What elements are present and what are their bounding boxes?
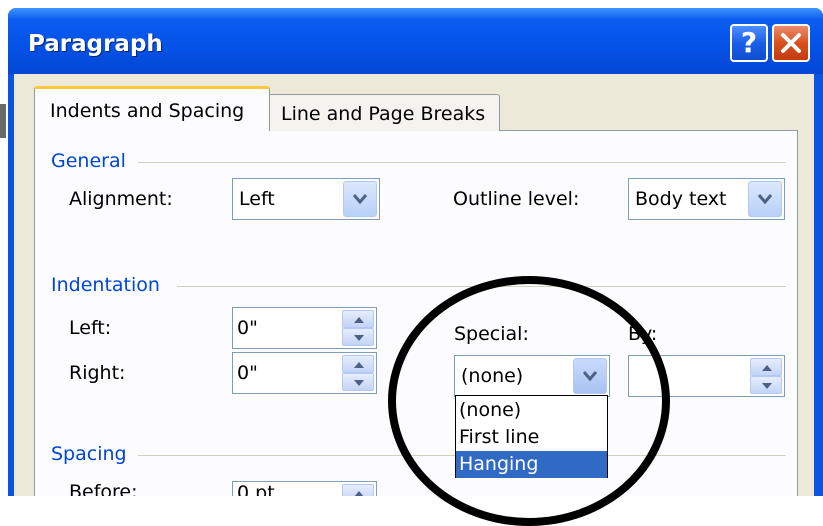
arrow-up-icon [762, 365, 772, 371]
dialog-title: Paragraph [28, 31, 163, 57]
arrow-up-icon [354, 362, 364, 368]
highlight-circle-annotation [388, 276, 670, 526]
alignment-label: Alignment: [69, 188, 173, 210]
close-icon [781, 33, 801, 53]
arrow-down-icon [762, 383, 772, 389]
spacing-before-spinner[interactable]: 0 pt [232, 481, 377, 496]
section-spacing-title: Spacing [51, 443, 127, 465]
alignment-dropdown-button[interactable] [343, 181, 377, 217]
indent-right-down-button[interactable] [342, 373, 374, 391]
outline-level-select[interactable]: Body text [628, 178, 785, 220]
by-down-button[interactable] [750, 376, 782, 394]
spacing-before-up-button[interactable] [342, 484, 374, 496]
alignment-value: Left [239, 188, 275, 210]
indent-right-spinner[interactable]: 0" [232, 352, 377, 394]
section-general-divider [138, 162, 786, 163]
close-button[interactable] [772, 24, 810, 62]
help-icon: ? [740, 26, 758, 59]
chevron-down-icon [352, 194, 368, 205]
tab-indents-and-spacing-label: Indents and Spacing [50, 100, 245, 122]
arrow-down-icon [354, 380, 364, 386]
chevron-down-icon [757, 194, 773, 205]
indent-right-up-button[interactable] [342, 355, 374, 373]
outline-level-dropdown-button[interactable] [748, 181, 782, 217]
arrow-up-icon [354, 317, 364, 323]
section-general-title: General [51, 150, 126, 172]
spacing-before-label: Before: [69, 481, 138, 496]
alignment-select[interactable]: Left [232, 178, 380, 220]
arrow-down-icon [354, 335, 364, 341]
help-button[interactable]: ? [730, 24, 768, 62]
by-up-button[interactable] [750, 358, 782, 376]
indent-left-down-button[interactable] [342, 328, 374, 346]
title-bar[interactable]: Paragraph ? [8, 8, 823, 74]
indent-left-value: 0" [237, 317, 258, 339]
bottom-whitespace [0, 496, 823, 518]
indent-right-value: 0" [237, 362, 258, 384]
indent-left-spinner[interactable]: 0" [232, 307, 377, 349]
spacing-before-label-clip: Before: [69, 480, 159, 496]
outline-level-value: Body text [635, 188, 727, 210]
outline-level-label: Outline level: [453, 188, 580, 210]
indent-left-label: Left: [69, 317, 112, 339]
indent-right-label: Right: [69, 362, 126, 384]
spacing-before-value: 0 pt [237, 482, 275, 496]
background-window-edge [0, 104, 6, 138]
section-indentation-title: Indentation [51, 274, 160, 296]
tab-line-and-page-breaks-label: Line and Page Breaks [281, 103, 486, 125]
indent-left-up-button[interactable] [342, 310, 374, 328]
